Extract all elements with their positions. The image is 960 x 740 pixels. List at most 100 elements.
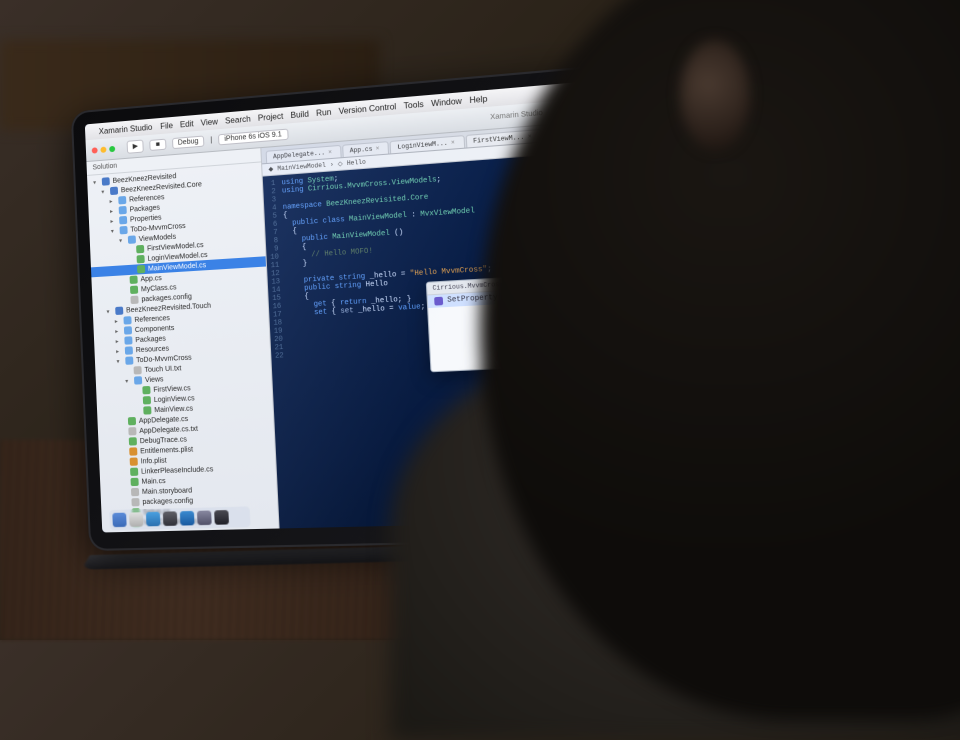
txt-icon xyxy=(128,427,136,435)
menu-tools[interactable]: Tools xyxy=(403,99,423,110)
code-text[interactable]: } xyxy=(285,260,307,270)
disclosure-icon[interactable]: ▸ xyxy=(110,217,116,224)
tree-label: AppDelegate.cs xyxy=(139,415,189,424)
dock-app-icon[interactable] xyxy=(197,510,212,525)
breadcrumb-member[interactable]: Hello xyxy=(347,158,366,167)
menu-version-control[interactable]: Version Control xyxy=(338,101,396,115)
tab-close-icon[interactable]: × xyxy=(328,149,332,156)
macos-dock[interactable] xyxy=(109,506,250,530)
txt-icon xyxy=(131,488,139,496)
tree-label: Main.cs xyxy=(141,477,165,485)
menu-edit[interactable]: Edit xyxy=(180,119,194,129)
folder-icon xyxy=(123,316,131,324)
cs-icon xyxy=(143,396,151,404)
tab-close-icon[interactable]: × xyxy=(451,139,455,147)
folder-icon xyxy=(119,216,127,225)
cs-icon xyxy=(130,286,138,295)
menu-file[interactable]: File xyxy=(160,120,173,130)
app-name[interactable]: Xamarin Studio xyxy=(99,122,153,135)
target-selector[interactable]: iPhone 6s iOS 9.1 xyxy=(218,129,288,146)
disclosure-icon[interactable]: ▾ xyxy=(101,188,107,195)
disclosure-icon[interactable]: ▾ xyxy=(119,237,125,244)
disclosure-icon[interactable]: ▸ xyxy=(115,327,121,334)
folder-icon xyxy=(124,326,132,334)
folder-icon xyxy=(125,356,133,364)
breadcrumb-class[interactable]: MainViewModel xyxy=(277,162,326,173)
disclosure-icon[interactable]: ▸ xyxy=(109,197,115,204)
folder-icon xyxy=(134,376,142,384)
txt-icon xyxy=(130,296,138,304)
menu-view[interactable]: View xyxy=(200,117,218,128)
plist-icon xyxy=(129,447,137,455)
dock-app-icon[interactable] xyxy=(146,512,161,527)
solution-explorer[interactable]: Solution ▾BeezKneezRevisited▾BeezKneezRe… xyxy=(86,148,279,532)
menu-search[interactable]: Search xyxy=(225,114,251,125)
window-controls[interactable] xyxy=(92,145,116,153)
dock-app-icon[interactable] xyxy=(180,511,195,526)
folder-icon xyxy=(118,196,126,205)
method-icon xyxy=(434,297,443,306)
disclosure-icon[interactable]: ▸ xyxy=(115,317,121,324)
cs-icon xyxy=(142,386,150,394)
menu-project[interactable]: Project xyxy=(258,111,284,122)
tree-label: Views xyxy=(145,376,164,384)
tree-label: Entitlements.plist xyxy=(140,446,193,455)
txt-icon xyxy=(131,498,139,506)
tab-close-icon[interactable]: × xyxy=(375,145,379,153)
tree-label: LinkerPleaseInclude.cs xyxy=(141,466,213,475)
run-button[interactable]: ▶ xyxy=(127,139,145,153)
folder-icon xyxy=(119,206,127,215)
disclosure-icon[interactable]: ▾ xyxy=(93,179,99,186)
tree-label: Packages xyxy=(135,335,166,344)
stop-button[interactable]: ■ xyxy=(150,139,167,151)
tree-label: Touch UI.txt xyxy=(144,365,181,374)
project-icon xyxy=(115,307,123,315)
disclosure-icon[interactable]: ▾ xyxy=(116,357,122,364)
zoom-icon[interactable] xyxy=(109,145,115,151)
disclosure-icon[interactable]: ▾ xyxy=(111,227,117,234)
tree-label: Resources xyxy=(136,345,170,354)
disclosure-icon[interactable]: ▾ xyxy=(125,377,131,384)
tree-label: App.cs xyxy=(140,275,162,283)
breadcrumb-type-icon: ◆ xyxy=(268,166,273,173)
dock-app-icon[interactable] xyxy=(129,512,143,527)
folder-icon xyxy=(119,226,127,235)
plist-icon xyxy=(130,457,138,465)
minimize-icon[interactable] xyxy=(100,146,106,152)
dock-app-icon[interactable] xyxy=(214,510,229,525)
tree-label: DebugTrace.cs xyxy=(140,436,187,445)
project-icon xyxy=(102,177,110,186)
cs-icon xyxy=(137,265,145,274)
solution-tree[interactable]: ▾BeezKneezRevisited▾BeezKneezRevisited.C… xyxy=(87,162,278,530)
breadcrumb-member-icon: ◇ xyxy=(338,160,343,168)
cs-icon xyxy=(137,255,145,264)
disclosure-icon[interactable]: ▸ xyxy=(116,347,122,354)
disclosure-icon[interactable]: ▸ xyxy=(116,337,122,344)
cs-icon xyxy=(136,245,144,254)
cs-icon xyxy=(130,478,138,486)
tree-label: MainView.cs xyxy=(154,405,193,414)
line-number: 22 xyxy=(271,352,290,361)
config-selector[interactable]: Debug xyxy=(172,135,205,149)
disclosure-icon[interactable]: ▾ xyxy=(106,308,112,315)
tree-label: MyClass.cs xyxy=(141,284,177,293)
tree-label: Main.storyboard xyxy=(142,487,192,496)
folder-icon xyxy=(128,235,136,244)
tree-label: AppDelegate.cs.txt xyxy=(139,425,198,434)
dock-app-icon[interactable] xyxy=(112,513,126,528)
folder-icon xyxy=(125,346,133,354)
tree-label: Info.plist xyxy=(141,457,167,465)
close-icon[interactable] xyxy=(92,147,98,153)
cs-icon xyxy=(130,275,138,284)
cs-icon xyxy=(129,437,137,445)
menu-window[interactable]: Window xyxy=(431,96,462,108)
menu-run[interactable]: Run xyxy=(316,107,332,118)
menu-help[interactable]: Help xyxy=(469,94,487,105)
cs-icon xyxy=(128,417,136,425)
tree-label: FirstView.cs xyxy=(153,385,190,394)
tab-label: AppDelegate... xyxy=(273,149,325,160)
dock-app-icon[interactable] xyxy=(163,511,178,526)
menu-build[interactable]: Build xyxy=(290,109,309,120)
disclosure-icon[interactable]: ▸ xyxy=(110,207,116,214)
cs-icon xyxy=(143,406,151,414)
